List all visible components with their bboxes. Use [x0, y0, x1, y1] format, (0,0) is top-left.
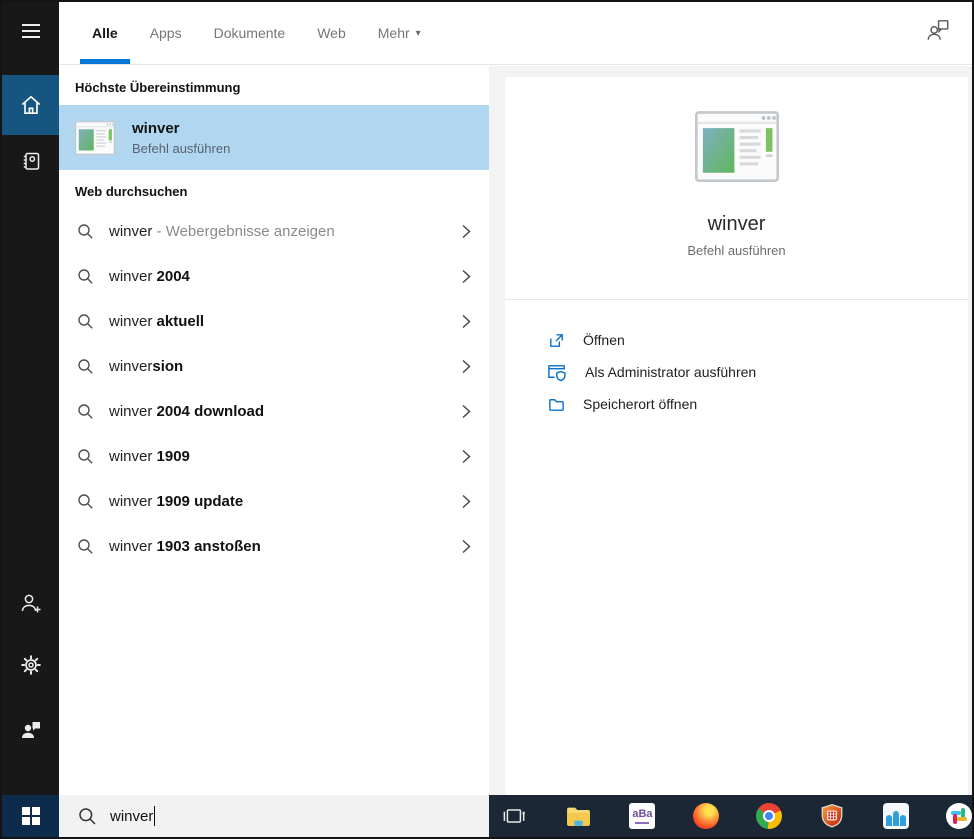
sidebar — [2, 2, 59, 837]
search-input-value: winver — [110, 807, 154, 825]
slack-button[interactable] — [945, 802, 972, 830]
start-button[interactable] — [2, 795, 59, 837]
search-icon — [78, 494, 93, 509]
search-icon — [78, 314, 93, 329]
winver-app-icon-large — [694, 111, 779, 182]
chevron-right-icon — [462, 404, 471, 419]
search-icon — [78, 539, 93, 554]
windows-search-flyout: Alle Apps Dokumente Web Mehr ▾ Höchste Ü… — [0, 0, 974, 839]
best-match-subtitle: Befehl ausführen — [132, 140, 231, 156]
gear-icon — [20, 655, 41, 675]
purple-app-icon: aBa — [629, 803, 656, 829]
search-icon — [79, 807, 96, 825]
sidebar-item-feedback[interactable] — [2, 712, 59, 748]
search-icon — [78, 269, 93, 284]
person-feedback-icon — [21, 722, 40, 738]
task-view-button[interactable] — [502, 802, 528, 830]
hamburger-menu-icon[interactable] — [2, 14, 59, 48]
shield-icon — [821, 803, 843, 828]
chevron-right-icon — [462, 314, 471, 329]
preview-title: winver — [707, 213, 766, 235]
firefox-icon — [692, 803, 719, 829]
sidebar-item-account[interactable] — [2, 585, 59, 621]
feedback-icon — [927, 20, 949, 40]
people-app-icon — [882, 803, 909, 829]
windows-logo-icon — [21, 807, 40, 825]
section-web-search: Web durchsuchen — [75, 184, 188, 199]
search-header: Alle Apps Dokumente Web Mehr ▾ — [59, 2, 972, 65]
winver-app-icon — [75, 120, 115, 155]
action-run-as-admin[interactable]: Als Administrator ausführen — [505, 356, 968, 388]
people-app-button[interactable] — [882, 802, 909, 830]
file-location-icon — [549, 398, 564, 411]
preview-header: winver Befehl ausführen — [505, 77, 968, 300]
search-icon — [78, 449, 93, 464]
search-icon — [78, 404, 93, 419]
feedback-button[interactable] — [922, 14, 954, 46]
chrome-button[interactable] — [755, 802, 782, 830]
sidebar-item-home[interactable] — [2, 75, 59, 135]
filter-tabs: Alle Apps Dokumente Web Mehr ▾ — [59, 2, 421, 64]
action-open[interactable]: Öffnen — [505, 324, 968, 356]
preview-subtitle: Befehl ausführen — [687, 243, 786, 258]
tab-dokumente[interactable]: Dokumente — [214, 2, 286, 64]
slack-icon — [945, 803, 972, 829]
web-suggestion[interactable]: winver 2004 — [59, 254, 489, 299]
admin-shield-icon — [548, 364, 566, 381]
tab-apps[interactable]: Apps — [150, 2, 182, 64]
sidebar-item-settings[interactable] — [2, 647, 59, 683]
chevron-right-icon — [462, 539, 471, 554]
web-suggestion[interactable]: winver - Webergebnisse anzeigen — [59, 209, 489, 254]
action-open-file-location[interactable]: Speicherort öffnen — [505, 388, 968, 420]
task-view-icon — [503, 809, 525, 823]
web-suggestion[interactable]: winver 2004 download — [59, 389, 489, 434]
chevron-down-icon: ▾ — [415, 27, 421, 39]
results-panel: Höchste Übereinstimmung winver Befehl au… — [59, 66, 489, 795]
preview-area: winver Befehl ausführen Öffnen Als Admin… — [489, 66, 972, 795]
chevron-right-icon — [462, 359, 471, 374]
home-icon — [21, 95, 40, 114]
chevron-right-icon — [462, 449, 471, 464]
preview-card: winver Befehl ausführen Öffnen Als Admin… — [505, 77, 968, 795]
open-icon — [550, 333, 563, 347]
web-suggestion[interactable]: winver 1909 update — [59, 479, 489, 524]
chevron-right-icon — [462, 224, 471, 239]
search-icon — [78, 224, 93, 239]
search-input[interactable]: winver — [59, 795, 489, 837]
action-list: Öffnen Als Administrator ausführen Speic… — [505, 300, 968, 420]
taskbar: aBa — [489, 795, 972, 837]
web-suggestion[interactable]: winver aktuell — [59, 299, 489, 344]
tab-alle[interactable]: Alle — [80, 2, 130, 64]
tab-web[interactable]: Web — [317, 2, 346, 64]
text-caret — [154, 806, 156, 826]
password-safe-button[interactable] — [819, 802, 845, 830]
best-match-title: winver — [132, 119, 180, 137]
file-explorer-icon — [567, 807, 591, 826]
sidebar-item-journal[interactable] — [2, 139, 59, 183]
best-match-result[interactable]: winver Befehl ausführen — [59, 105, 489, 170]
chevron-right-icon — [462, 494, 471, 509]
web-suggestion[interactable]: winver 1909 — [59, 434, 489, 479]
web-suggestion[interactable]: winver 1903 anstoßen — [59, 524, 489, 569]
notebook-icon — [23, 152, 39, 170]
search-icon — [78, 359, 93, 374]
chevron-right-icon — [462, 269, 471, 284]
file-explorer-button[interactable] — [565, 802, 592, 830]
section-best-match: Höchste Übereinstimmung — [75, 80, 241, 95]
add-person-icon — [21, 594, 40, 613]
firefox-button[interactable] — [692, 802, 719, 830]
tab-mehr[interactable]: Mehr ▾ — [378, 2, 421, 64]
chrome-icon — [755, 803, 782, 829]
purple-app-button[interactable]: aBa — [629, 802, 656, 830]
web-suggestion[interactable]: winversion — [59, 344, 489, 389]
